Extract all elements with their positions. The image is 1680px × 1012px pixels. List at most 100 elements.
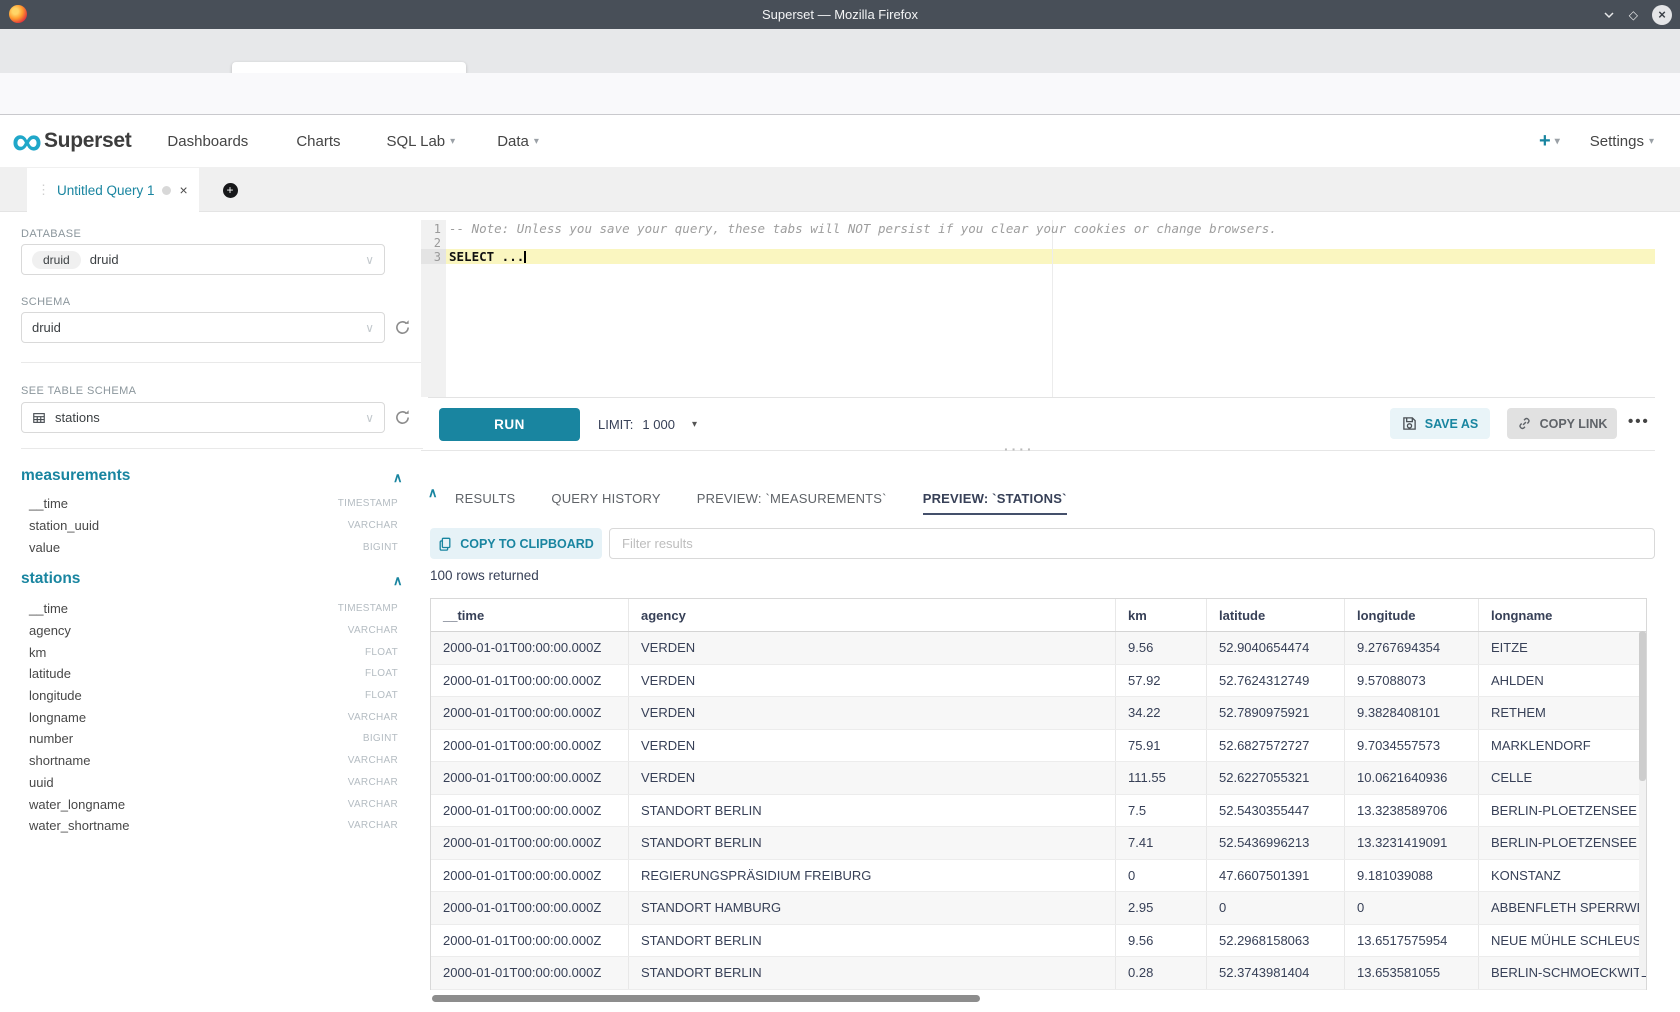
window-close-button[interactable]: × (1652, 5, 1672, 25)
cell: 13.3238589706 (1344, 795, 1478, 827)
cell: 9.7034557573 (1344, 730, 1478, 762)
refresh-table-icon[interactable] (394, 409, 411, 426)
database-value: druid (90, 252, 119, 267)
table-icon (32, 411, 46, 425)
column-row: numberBIGINT (21, 728, 398, 750)
window-maximize-button[interactable]: ◇ (1629, 8, 1638, 22)
table-row: 2000-01-01T00:00:00.000ZREGIERUNGSPRÄSID… (431, 860, 1646, 893)
column-header-km[interactable]: km (1115, 599, 1206, 631)
cell: 47.6607501391 (1206, 860, 1344, 892)
tab-query-history[interactable]: QUERY HISTORY (551, 482, 660, 514)
collapse-icon[interactable]: ∧ (393, 470, 403, 486)
cell: 75.91 (1115, 730, 1206, 762)
print-margin (1052, 220, 1053, 397)
copy-icon (438, 537, 452, 551)
refresh-schema-icon[interactable] (394, 319, 411, 336)
collapse-icon[interactable]: ∧ (393, 573, 403, 589)
table-row: 2000-01-01T00:00:00.000ZSTANDORT BERLIN7… (431, 795, 1646, 828)
cell: 2000-01-01T00:00:00.000Z (431, 892, 628, 924)
schema-heading-measurements[interactable]: measurements (21, 467, 130, 485)
vertical-scrollbar[interactable] (1639, 631, 1646, 976)
column-row: __timeTIMESTAMP (21, 492, 398, 514)
cell: STANDORT BERLIN (628, 925, 1115, 957)
column-header-longitude[interactable]: longitude (1344, 599, 1478, 631)
results-tabs: RESULTS QUERY HISTORY PREVIEW: `MEASUREM… (455, 482, 1067, 514)
cell: 9.3828408101 (1344, 697, 1478, 729)
pane-drag-handle[interactable]: ···· (1004, 441, 1035, 457)
cell: 52.3743981404 (1206, 957, 1344, 989)
pane-divider[interactable] (421, 450, 1655, 451)
save-as-button[interactable]: SAVE AS (1390, 408, 1490, 439)
cell: 2000-01-01T00:00:00.000Z (431, 730, 628, 762)
cell: 0 (1206, 892, 1344, 924)
cell: 2000-01-01T00:00:00.000Z (431, 957, 628, 989)
drag-handle-icon[interactable]: ⋮ (37, 182, 50, 198)
schema-select[interactable]: druid ∨ (21, 312, 385, 343)
cell: KONSTANZ (1478, 860, 1646, 892)
run-button[interactable]: RUN (439, 408, 580, 441)
column-header-agency[interactable]: agency (628, 599, 1115, 631)
column-header-longname[interactable]: longname (1478, 599, 1646, 631)
table-value: stations (55, 410, 100, 425)
column-row: agencyVARCHAR (21, 620, 398, 642)
window-minimize-button[interactable] (1603, 9, 1615, 21)
caret-down-icon: ▾ (450, 136, 455, 147)
horizontal-scrollbar[interactable] (432, 995, 980, 1002)
superset-logo-icon: ∞ (12, 126, 40, 156)
new-item-button[interactable]: +▾ (1539, 130, 1560, 153)
schema-heading-stations[interactable]: stations (21, 570, 80, 588)
nav-sql-lab[interactable]: SQL Lab▾ (387, 133, 456, 150)
cell: 57.92 (1115, 665, 1206, 697)
new-query-tab-button[interactable]: + (212, 168, 248, 212)
column-header-time[interactable]: __time (431, 599, 628, 631)
more-actions-button[interactable]: ••• (1628, 413, 1650, 430)
settings-menu[interactable]: Settings▾ (1590, 133, 1654, 150)
limit-dropdown[interactable]: LIMIT: 1 000 ▾ (598, 408, 697, 441)
cell: 2000-01-01T00:00:00.000Z (431, 697, 628, 729)
cell: VERDEN (628, 665, 1115, 697)
copy-link-button[interactable]: COPY LINK (1507, 408, 1617, 439)
tab-preview-measurements[interactable]: PREVIEW: `MEASUREMENTS` (697, 482, 887, 514)
database-label: DATABASE (21, 228, 81, 240)
column-row: water_shortnameVARCHAR (21, 815, 398, 837)
database-select[interactable]: druid druid ∨ (21, 244, 385, 275)
divider (428, 397, 1655, 398)
limit-label: LIMIT: (598, 417, 633, 432)
column-row: longnameVARCHAR (21, 706, 398, 728)
query-tab-untitled[interactable]: ⋮ Untitled Query 1 × (27, 168, 199, 212)
tab-state-dot (162, 186, 171, 195)
line-number: 2 (421, 236, 441, 250)
sql-editor[interactable]: 1 2 3 -- Note: Unless you save your quer… (421, 220, 1655, 397)
divider (21, 448, 423, 449)
see-table-schema-label: SEE TABLE SCHEMA (21, 385, 136, 397)
column-row: uuidVARCHAR (21, 772, 398, 794)
cell: 7.41 (1115, 827, 1206, 859)
filter-results-input[interactable] (609, 528, 1655, 559)
collapse-icon[interactable]: ∧ (428, 485, 438, 501)
column-header-latitude[interactable]: latitude (1206, 599, 1344, 631)
table-schema-select[interactable]: stations ∨ (21, 402, 385, 433)
database-pill: druid (32, 251, 81, 269)
cell: STANDORT BERLIN (628, 795, 1115, 827)
cell: 52.5430355447 (1206, 795, 1344, 827)
cell: 2000-01-01T00:00:00.000Z (431, 632, 628, 664)
query-tab-close-icon[interactable]: × (180, 182, 188, 198)
copy-to-clipboard-button[interactable]: COPY TO CLIPBOARD (430, 528, 602, 559)
column-row: shortnameVARCHAR (21, 750, 398, 772)
cell: 9.181039088 (1344, 860, 1478, 892)
chevron-down-icon: ∨ (365, 253, 374, 267)
results-table: __time agency km latitude longitude long… (430, 598, 1647, 990)
tab-results[interactable]: RESULTS (455, 482, 515, 514)
query-tab-title: Untitled Query 1 (57, 183, 155, 198)
text-cursor (524, 251, 526, 263)
cell: 52.6827572727 (1206, 730, 1344, 762)
table-row: 2000-01-01T00:00:00.000ZVERDEN57.9252.76… (431, 665, 1646, 698)
nav-data[interactable]: Data▾ (497, 133, 539, 150)
cell: 34.22 (1115, 697, 1206, 729)
superset-logo[interactable]: ∞ Superset (12, 126, 131, 156)
nav-dashboards[interactable]: Dashboards (167, 133, 248, 150)
nav-charts[interactable]: Charts (296, 133, 340, 150)
cell: 13.653581055 (1344, 957, 1478, 989)
tab-preview-stations[interactable]: PREVIEW: `STATIONS` (923, 482, 1067, 514)
cell: BERLIN-SCHMOECKWITZ (1478, 957, 1646, 989)
